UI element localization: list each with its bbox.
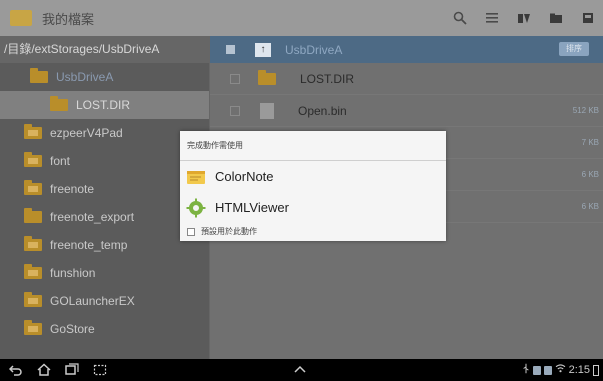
sidebar-item-usbdrivea[interactable]: UsbDriveA	[0, 63, 209, 91]
file-checkbox[interactable]	[230, 73, 240, 84]
app-chooser-dialog: 完成動作需使用 ColorNote HTMLViewer 預設用於此動作	[180, 131, 446, 241]
system-navigation-bar: 2:15	[0, 359, 603, 381]
current-folder-name: UsbDriveA	[285, 42, 343, 57]
storage-icon[interactable]	[579, 9, 597, 27]
app-title: 我的檔案	[42, 11, 95, 27]
clock: 2:15	[568, 364, 590, 376]
app-option-htmlviewer[interactable]: HTMLViewer	[180, 192, 446, 223]
checkbox-box[interactable]	[187, 227, 195, 236]
use-by-default-label: 預設用於此動作	[201, 227, 257, 236]
folder-icon	[24, 320, 42, 335]
file-row[interactable]: LOST.DIR	[210, 63, 603, 95]
file-row[interactable]: Open.bin 512 KB	[210, 95, 603, 127]
file-name: Open.bin	[298, 103, 347, 118]
file-size: 512 KB	[572, 106, 599, 115]
folder-tree-sidebar: /目錄/extStorages/UsbDriveA UsbDriveA LOST…	[0, 36, 210, 359]
wifi-icon	[555, 364, 566, 376]
sidebar-item-label: freenote_export	[50, 210, 135, 224]
folder-icon	[24, 236, 42, 251]
file-list-header: ↑ UsbDriveA 排序	[210, 36, 603, 63]
sidebar-item-label: UsbDriveA	[56, 70, 114, 84]
use-by-default-checkbox[interactable]: 預設用於此動作	[180, 223, 446, 240]
file-checkbox[interactable]	[230, 105, 240, 116]
sidebar-item-label: funshion	[50, 266, 96, 280]
my-files-app-icon[interactable]	[10, 10, 32, 26]
current-path: /目錄/extStorages/UsbDriveA	[0, 36, 209, 63]
status-area[interactable]: 2:15	[522, 362, 599, 378]
sidebar-item-lost-dir[interactable]: LOST.DIR	[0, 91, 209, 119]
sidebar-item-label: GoStore	[50, 322, 95, 336]
folder-icon	[50, 96, 68, 111]
folder-icon	[24, 292, 42, 307]
folder-icon[interactable]	[547, 9, 565, 27]
android-gear-icon	[186, 198, 206, 218]
file-name: LOST.DIR	[300, 71, 355, 86]
sidebar-item-label: freenote_temp	[50, 238, 128, 252]
sidebar-item-ezpeerv4pad[interactable]: ezpeerV4Pad	[0, 119, 209, 147]
app-option-colornote[interactable]: ColorNote	[180, 161, 446, 192]
sort-button[interactable]: 排序	[559, 42, 589, 56]
sidebar-item-label: ezpeerV4Pad	[50, 126, 123, 140]
folder-icon	[24, 124, 42, 139]
file-size: 6 KB	[581, 170, 599, 179]
folder-icon	[24, 180, 42, 195]
sidebar-item-label: font	[50, 154, 71, 168]
select-all-checkbox[interactable]	[226, 45, 235, 54]
battery-icon	[593, 364, 599, 376]
home-icon[interactable]	[36, 362, 52, 378]
usb-icon	[522, 363, 530, 377]
screenshot-icon[interactable]	[92, 362, 108, 378]
app-option-label: ColorNote	[215, 169, 274, 184]
colornote-icon	[186, 167, 206, 187]
sidebar-item-label: freenote	[50, 182, 95, 196]
file-size: 7 KB	[581, 138, 599, 147]
back-icon[interactable]	[8, 362, 24, 378]
file-size: 6 KB	[581, 202, 599, 211]
folder-icon	[258, 69, 276, 85]
up-folder-icon[interactable]: ↑	[255, 42, 271, 57]
sidebar-item-label: LOST.DIR	[76, 98, 131, 112]
sidebar-item-font[interactable]: font	[0, 147, 209, 175]
search-icon[interactable]	[451, 9, 469, 27]
tools-icon[interactable]	[515, 9, 533, 27]
sidebar-item-freenote[interactable]: freenote	[0, 175, 209, 203]
gallery-icon	[543, 365, 552, 375]
app-option-label: HTMLViewer	[215, 200, 289, 215]
chevron-up-icon[interactable]	[292, 362, 308, 378]
sidebar-item-freenote-export[interactable]: freenote_export	[0, 203, 209, 231]
action-bar-actions	[451, 0, 597, 36]
folder-icon	[24, 208, 42, 223]
sidebar-item-freenote-temp[interactable]: freenote_temp	[0, 231, 209, 259]
dialog-title: 完成動作需使用	[180, 131, 446, 161]
sidebar-item-golauncherex[interactable]: GOLauncherEX	[0, 287, 209, 315]
recent-apps-icon[interactable]	[64, 362, 80, 378]
action-bar: 我的檔案	[0, 0, 603, 36]
folder-icon	[30, 68, 48, 83]
sidebar-item-label: GOLauncherEX	[50, 294, 135, 308]
notification-icon	[532, 365, 541, 375]
folder-icon	[24, 152, 42, 167]
list-view-icon[interactable]	[483, 9, 501, 27]
sidebar-item-gostore[interactable]: GoStore	[0, 315, 209, 343]
sidebar-item-funshion[interactable]: funshion	[0, 259, 209, 287]
folder-icon	[24, 264, 42, 279]
file-icon	[260, 102, 274, 119]
